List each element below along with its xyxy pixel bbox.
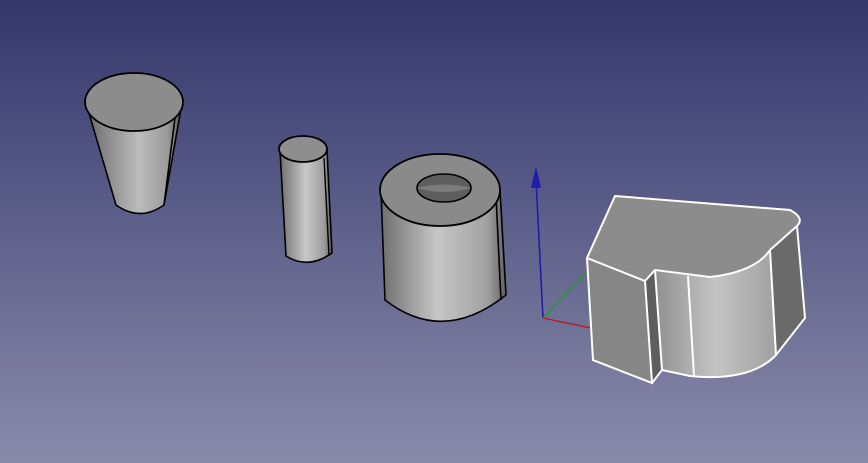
- extruded-solid[interactable]: [585, 194, 807, 385]
- z-axis-arrowhead-icon: [531, 166, 541, 188]
- 3d-scene[interactable]: [0, 0, 868, 463]
- 3d-viewport[interactable]: [0, 0, 868, 463]
- z-axis: [535, 179, 544, 319]
- tube[interactable]: [379, 153, 507, 323]
- cylinder[interactable]: [278, 135, 333, 264]
- truncated-cone[interactable]: [84, 72, 184, 215]
- y-axis: [542, 267, 591, 319]
